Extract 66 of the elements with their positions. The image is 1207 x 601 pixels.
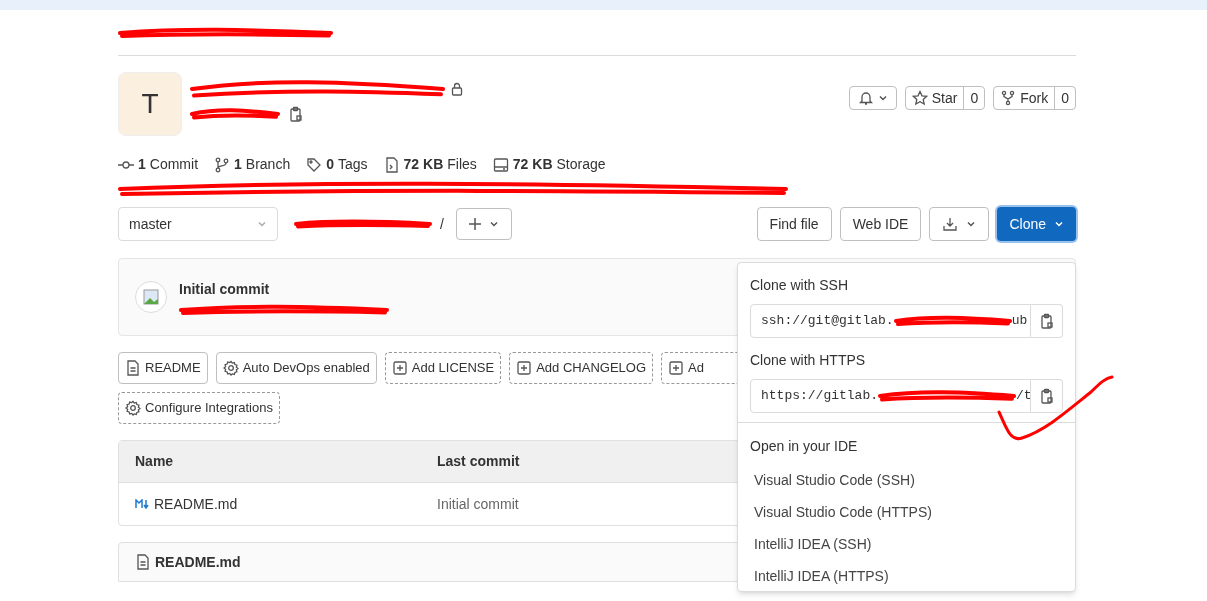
commit-title[interactable]: Initial commit bbox=[179, 278, 389, 300]
project-stat[interactable]: 1 Branch bbox=[214, 154, 291, 175]
download-button[interactable] bbox=[929, 207, 990, 241]
settings-icon bbox=[125, 400, 141, 416]
file-icon bbox=[383, 156, 400, 173]
fork-button[interactable]: Fork bbox=[994, 87, 1056, 109]
path-separator: / bbox=[440, 214, 444, 234]
copy-icon bbox=[288, 106, 304, 122]
project-stat[interactable]: 72 KB Files bbox=[383, 154, 477, 175]
markdown-icon bbox=[135, 499, 150, 509]
find-file-button[interactable]: Find file bbox=[756, 207, 832, 241]
fork-icon bbox=[1000, 90, 1017, 106]
file-icon bbox=[125, 360, 141, 376]
chevron-down-icon bbox=[877, 93, 888, 103]
copy-button[interactable] bbox=[1031, 304, 1063, 338]
plus-square-icon bbox=[668, 360, 685, 376]
fork-count: 0 bbox=[1060, 88, 1070, 108]
ssh-url-field[interactable]: ssh://git@gitlab. ub bbox=[750, 304, 1031, 338]
quick-action-button[interactable]: Add LICENSE bbox=[384, 352, 502, 384]
column-header: Last commit bbox=[437, 452, 520, 471]
chevron-down-icon bbox=[257, 219, 267, 229]
section-heading: Open in your IDE bbox=[749, 437, 859, 456]
star-icon bbox=[911, 90, 928, 106]
chevron-down-icon bbox=[1054, 219, 1064, 229]
plus-square-icon bbox=[391, 360, 408, 376]
project-avatar: T bbox=[118, 72, 182, 136]
plus-square-icon bbox=[516, 360, 533, 376]
project-stat[interactable]: 1 Commit bbox=[118, 154, 199, 175]
chevron-down-icon bbox=[966, 219, 977, 229]
notification-button[interactable] bbox=[848, 86, 897, 110]
project-stat[interactable]: 72 KB Storage bbox=[492, 154, 606, 175]
tag-icon bbox=[306, 156, 323, 173]
menu-item[interactable]: Visual Studio Code (SSH) bbox=[738, 464, 1075, 496]
star-count: 0 bbox=[969, 88, 980, 108]
plus-icon bbox=[468, 218, 481, 230]
file-icon bbox=[135, 554, 151, 570]
menu-item[interactable]: IntelliJ IDEA (SSH) bbox=[738, 528, 1075, 560]
hard-drive-icon bbox=[492, 156, 509, 173]
broken-image-icon bbox=[143, 289, 159, 305]
https-url-field[interactable]: https://gitlab. /t bbox=[750, 379, 1031, 413]
clone-button[interactable]: Clone bbox=[997, 207, 1076, 241]
quick-action-button[interactable]: Configure Integrations bbox=[118, 392, 280, 424]
bell-icon bbox=[857, 90, 874, 106]
copy-icon bbox=[1038, 388, 1055, 404]
add-button[interactable] bbox=[455, 208, 512, 240]
branch-dropdown[interactable]: master bbox=[118, 207, 278, 241]
quick-action-button[interactable]: README bbox=[118, 352, 208, 384]
menu-item[interactable]: IntelliJ IDEA (HTTPS) bbox=[738, 560, 1075, 592]
quick-action-button[interactable]: Add CHANGELOG bbox=[509, 352, 654, 384]
menu-item[interactable]: Visual Studio Code (HTTPS) bbox=[738, 496, 1075, 528]
branch-icon bbox=[214, 156, 231, 173]
section-heading: Clone with SSH bbox=[750, 276, 850, 295]
column-header: Name bbox=[134, 452, 175, 471]
web-ide-button[interactable]: Web IDE bbox=[839, 207, 922, 241]
chevron-down-icon bbox=[488, 219, 499, 229]
lock-icon bbox=[449, 81, 465, 97]
file-name[interactable]: README.md bbox=[154, 493, 238, 515]
table-cell-text: Initial commit bbox=[437, 494, 519, 514]
readme-title: README.md bbox=[155, 552, 241, 572]
copy-icon bbox=[1038, 313, 1055, 329]
settings-icon bbox=[222, 360, 239, 376]
quick-action-button[interactable]: Auto DevOps enabled bbox=[215, 352, 377, 384]
star-button[interactable]: Star bbox=[905, 87, 965, 109]
download-icon bbox=[942, 216, 959, 232]
project-stat[interactable]: 0 Tags bbox=[306, 154, 368, 175]
copy-button[interactable] bbox=[1031, 379, 1063, 413]
